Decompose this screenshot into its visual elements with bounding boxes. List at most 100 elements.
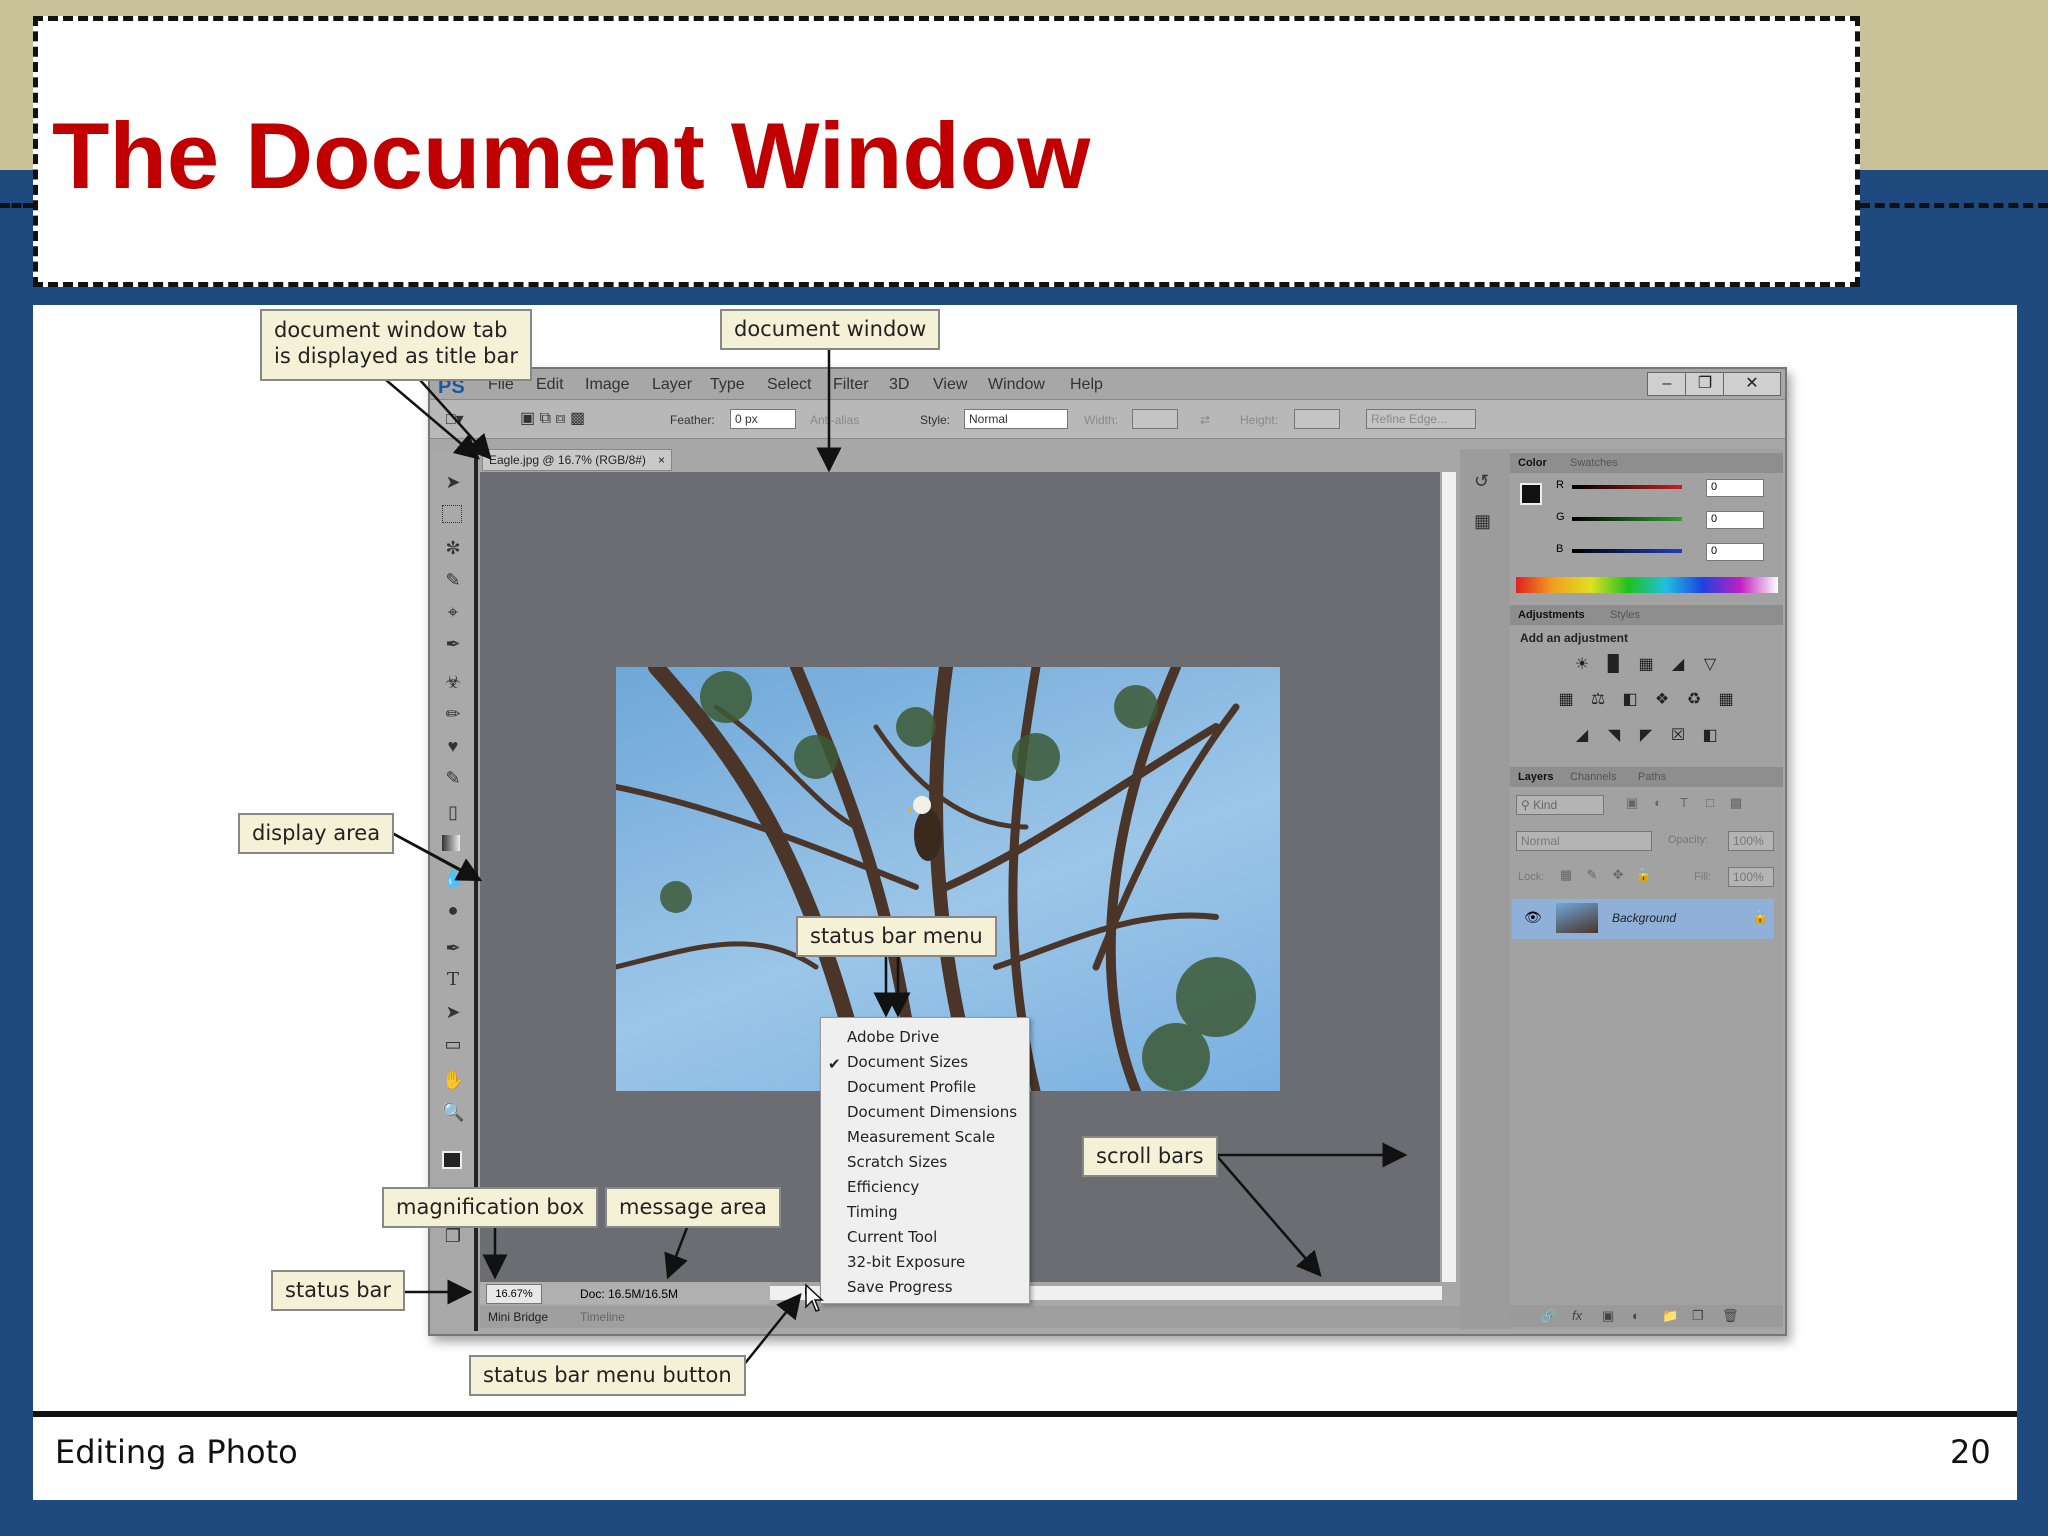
filter-shape-icon[interactable]: □ [1698, 795, 1722, 815]
hue-saturation-icon[interactable]: ▦ [1554, 689, 1578, 709]
fill-input[interactable]: 100% [1728, 867, 1774, 887]
new-layer-icon[interactable]: ❐ [1692, 1308, 1704, 1324]
tab-styles[interactable]: Styles [1610, 609, 1640, 621]
lock-position-icon[interactable]: ✥ [1606, 867, 1630, 887]
magnification-box[interactable]: 16.67% [486, 1284, 542, 1304]
eyedropper-tool-icon[interactable]: ✒ [442, 633, 464, 655]
menu-item-32bit-exposure[interactable]: 32-bit Exposure [847, 1253, 965, 1271]
menu-image[interactable]: Image [585, 376, 629, 394]
refine-edge-button[interactable]: Refine Edge... [1366, 409, 1476, 429]
kind-filter-select[interactable]: ⚲ Kind [1516, 795, 1604, 815]
blend-mode-select[interactable]: Normal [1516, 831, 1652, 851]
blur-tool-icon[interactable]: 💧 [442, 867, 464, 889]
lasso-tool-icon[interactable]: ✼ [442, 537, 464, 559]
menu-select[interactable]: Select [767, 376, 811, 394]
threshold-icon[interactable]: ◤ [1634, 725, 1658, 745]
history-panel-icon[interactable]: ↺ [1474, 471, 1489, 492]
menu-3d[interactable]: 3D [889, 376, 909, 394]
gradient-map-icon[interactable]: ◧ [1698, 725, 1722, 745]
filter-type-icon[interactable]: T [1672, 795, 1696, 815]
style-select[interactable]: Normal [964, 409, 1068, 429]
marquee-preset-icon[interactable]: □▾ [446, 409, 464, 429]
new-group-icon[interactable]: 📁 [1662, 1308, 1678, 1324]
menu-item-current-tool[interactable]: Current Tool [847, 1228, 937, 1246]
rectangle-tool-icon[interactable]: ▭ [442, 1033, 464, 1055]
channel-g-slider[interactable] [1572, 517, 1682, 521]
healing-brush-tool-icon[interactable]: ☣ [442, 671, 464, 693]
lock-pixels-icon[interactable]: ✎ [1580, 867, 1604, 887]
tab-color[interactable]: Color [1518, 457, 1547, 469]
channel-b-input[interactable]: 0 [1706, 543, 1764, 561]
layer-name[interactable]: Background [1612, 911, 1676, 925]
menu-item-scratch-sizes[interactable]: Scratch Sizes [847, 1153, 947, 1171]
brush-tool-icon[interactable]: ✏ [442, 703, 464, 725]
link-layers-icon[interactable]: 🔗 [1540, 1308, 1556, 1324]
photo-filter-icon[interactable]: ❖ [1650, 689, 1674, 709]
lock-all-icon[interactable]: 🔒 [1632, 867, 1656, 887]
menu-item-timing[interactable]: Timing [847, 1203, 898, 1221]
gradient-tool-icon[interactable] [442, 835, 460, 851]
menu-item-efficiency[interactable]: Efficiency [847, 1178, 919, 1196]
tab-channels[interactable]: Channels [1570, 771, 1616, 783]
crop-tool-icon[interactable]: ⌖ [442, 601, 464, 623]
filter-pixel-icon[interactable]: ▣ [1620, 795, 1644, 815]
color-balance-icon[interactable]: ⚖ [1586, 689, 1610, 709]
levels-icon[interactable]: ▉ [1602, 654, 1626, 674]
vertical-scrollbar[interactable] [1442, 472, 1456, 1282]
quick-select-tool-icon[interactable]: ✎ [442, 569, 464, 591]
eraser-tool-icon[interactable]: ▯ [442, 801, 464, 823]
channel-r-slider[interactable] [1572, 485, 1682, 489]
tab-mini-bridge[interactable]: Mini Bridge [488, 1310, 548, 1324]
height-input[interactable] [1294, 409, 1340, 429]
filter-smart-object-icon[interactable]: ▩ [1724, 795, 1748, 815]
anti-alias-checkbox[interactable]: Anti-alias [810, 413, 859, 427]
add-mask-icon[interactable]: ▣ [1602, 1308, 1614, 1324]
type-tool-icon[interactable]: T [442, 969, 464, 991]
menu-item-adobe-drive[interactable]: Adobe Drive [847, 1028, 939, 1046]
channel-b-slider[interactable] [1572, 549, 1682, 553]
menu-item-save-progress[interactable]: Save Progress [847, 1278, 953, 1296]
minimize-icon[interactable]: – [1647, 372, 1687, 396]
invert-icon[interactable]: ◢ [1570, 725, 1594, 745]
channel-g-input[interactable]: 0 [1706, 511, 1764, 529]
path-selection-tool-icon[interactable]: ➤ [442, 1001, 464, 1023]
fx-icon[interactable]: fx [1572, 1308, 1582, 1323]
tab-layers[interactable]: Layers [1518, 771, 1553, 783]
color-swatch-icon[interactable] [442, 1151, 462, 1169]
tab-adjustments[interactable]: Adjustments [1518, 609, 1585, 621]
history-brush-tool-icon[interactable]: ✎ [442, 767, 464, 789]
pen-tool-icon[interactable]: ✒ [442, 937, 464, 959]
menu-layer[interactable]: Layer [652, 376, 692, 394]
color-lookup-icon[interactable]: ▦ [1714, 689, 1738, 709]
tab-paths[interactable]: Paths [1638, 771, 1666, 783]
color-spectrum-bar[interactable] [1516, 577, 1778, 593]
menu-edit[interactable]: Edit [536, 376, 564, 394]
channel-r-input[interactable]: 0 [1706, 479, 1764, 497]
menu-item-document-profile[interactable]: Document Profile [847, 1078, 976, 1096]
menu-window[interactable]: Window [988, 376, 1045, 394]
exposure-icon[interactable]: ◢ [1666, 654, 1690, 674]
layer-row-background[interactable]: 👁 Background 🔒 [1512, 899, 1774, 939]
document-tab[interactable]: Eagle.jpg @ 16.7% (RGB/8#) × [482, 449, 672, 471]
restore-icon[interactable]: ❐ [1685, 372, 1725, 396]
filter-adjustment-icon[interactable]: ◐ [1646, 795, 1670, 815]
menu-help[interactable]: Help [1070, 376, 1103, 394]
selection-mode-icons[interactable]: ▣ ⧉ ⧈ ▩ [520, 408, 585, 428]
menu-item-document-sizes[interactable]: Document Sizes [847, 1053, 968, 1071]
menu-item-document-dimensions[interactable]: Document Dimensions [847, 1103, 1017, 1121]
hand-tool-icon[interactable]: ✋ [442, 1069, 464, 1091]
posterize-icon[interactable]: ◥ [1602, 725, 1626, 745]
selective-color-icon[interactable]: ☒ [1666, 725, 1690, 745]
close-icon[interactable]: ✕ [1723, 372, 1781, 396]
properties-panel-icon[interactable]: ▦ [1474, 511, 1491, 532]
foreground-color-icon[interactable] [1520, 483, 1542, 505]
menu-item-measurement-scale[interactable]: Measurement Scale [847, 1128, 995, 1146]
menu-view[interactable]: View [933, 376, 967, 394]
dodge-tool-icon[interactable]: ● [442, 899, 464, 921]
feather-input[interactable]: 0 px [730, 409, 796, 429]
tab-timeline[interactable]: Timeline [580, 1310, 625, 1324]
width-input[interactable] [1132, 409, 1178, 429]
tab-swatches[interactable]: Swatches [1570, 457, 1618, 469]
channel-mixer-icon[interactable]: ♻ [1682, 689, 1706, 709]
tab-close-icon[interactable]: × [658, 453, 665, 467]
